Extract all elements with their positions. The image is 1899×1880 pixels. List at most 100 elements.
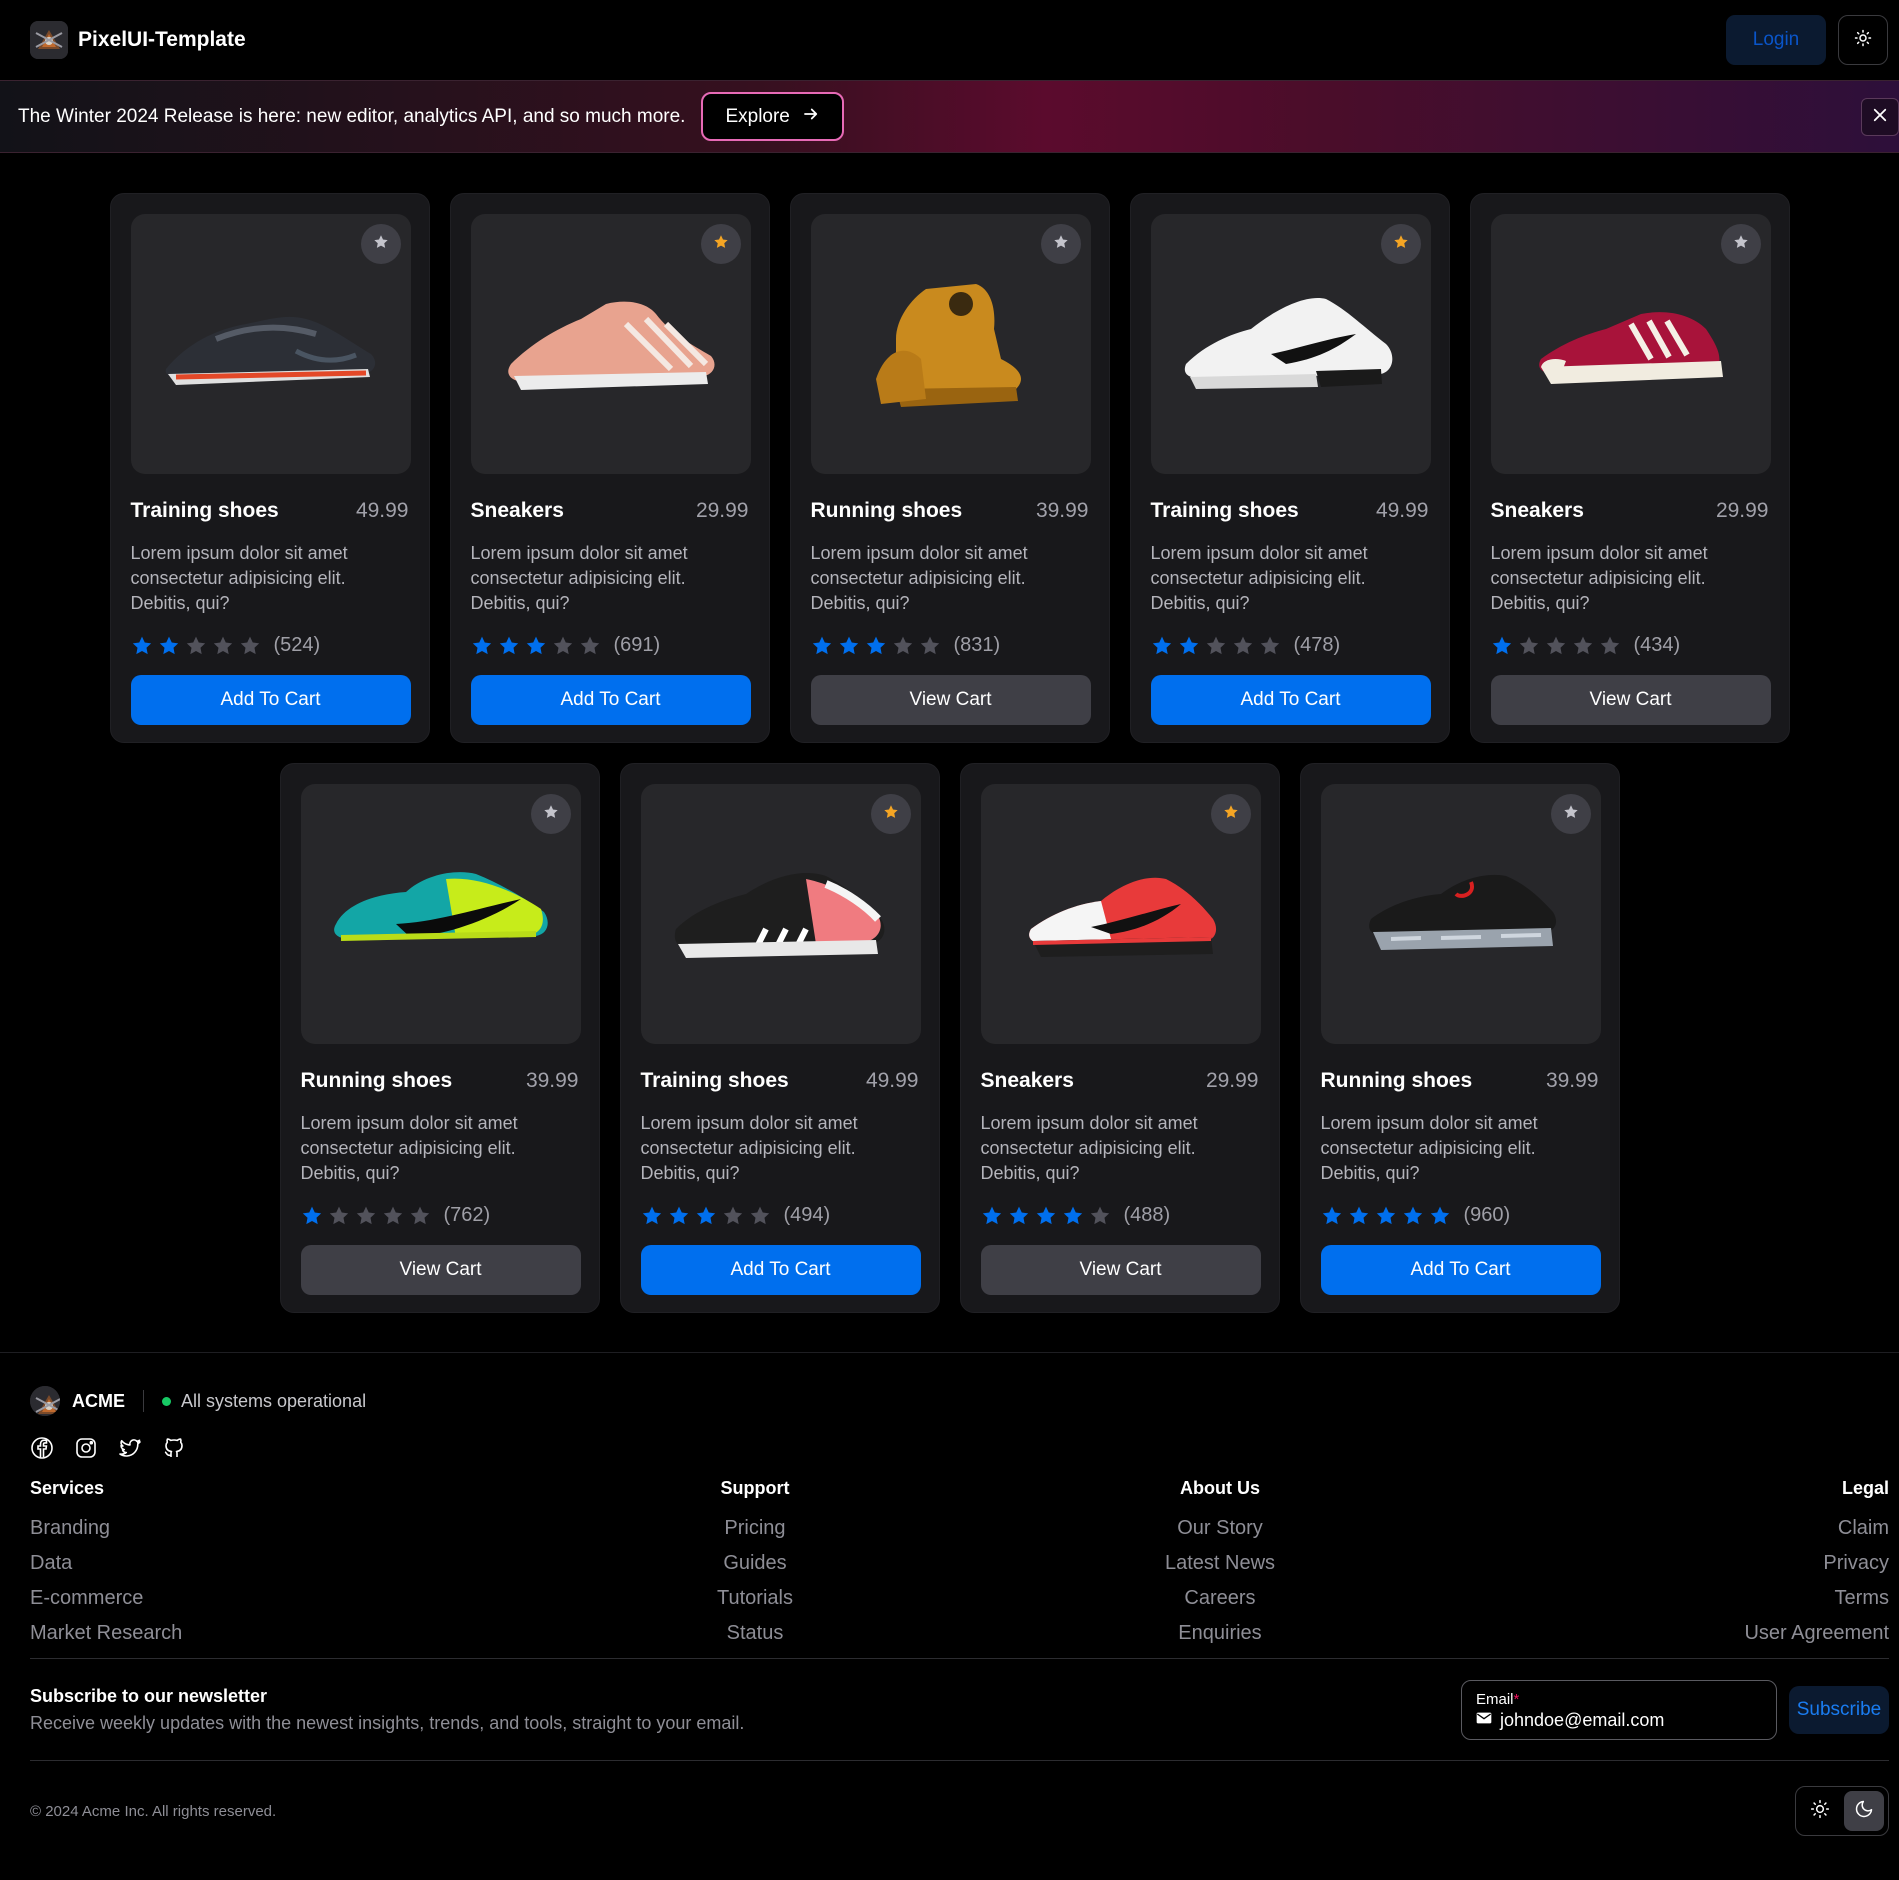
dark-theme-option[interactable]	[1844, 1791, 1884, 1831]
star-icon[interactable]	[1259, 635, 1281, 657]
star-icon[interactable]	[409, 1205, 431, 1227]
star-icon[interactable]	[1518, 635, 1540, 657]
explore-button[interactable]: Explore	[701, 92, 844, 141]
star-icon[interactable]	[212, 635, 234, 657]
view-cart-button[interactable]: View Cart	[300, 1245, 581, 1295]
footer-link-privacy[interactable]: Privacy	[1689, 1546, 1889, 1581]
footer-link-terms[interactable]: Terms	[1689, 1581, 1889, 1616]
star-icon[interactable]	[1205, 635, 1227, 657]
footer-link-enquiries[interactable]: Enquiries	[1135, 1616, 1305, 1651]
star-icon[interactable]	[1572, 635, 1594, 657]
theme-switch-button[interactable]	[1838, 15, 1888, 65]
star-icon[interactable]	[641, 1205, 663, 1227]
star-icon[interactable]	[579, 635, 601, 657]
footer-link-claim[interactable]: Claim	[1689, 1511, 1889, 1546]
star-icon[interactable]	[919, 635, 941, 657]
star-icon[interactable]	[498, 635, 520, 657]
footer-link-data[interactable]: Data	[30, 1546, 182, 1581]
login-button[interactable]: Login	[1726, 15, 1826, 65]
star-icon[interactable]	[838, 635, 860, 657]
footer-link-guides[interactable]: Guides	[685, 1546, 825, 1581]
footer-link-market-research[interactable]: Market Research	[30, 1616, 182, 1651]
email-field[interactable]: Email* johndoe@email.com	[1461, 1679, 1777, 1740]
footer-link-branding[interactable]: Branding	[30, 1511, 182, 1546]
star-icon[interactable]	[131, 635, 153, 657]
star-icon[interactable]	[722, 1205, 744, 1227]
brand[interactable]: PixelUI-Template	[30, 21, 246, 59]
star-icon[interactable]	[865, 635, 887, 657]
view-cart-button[interactable]: View Cart	[810, 675, 1091, 725]
favorite-button[interactable]	[1550, 794, 1591, 834]
star-icon[interactable]	[552, 635, 574, 657]
email-input[interactable]: johndoe@email.com	[1500, 1710, 1664, 1731]
star-icon[interactable]	[1545, 635, 1567, 657]
favorite-button[interactable]	[700, 224, 741, 264]
star-icon[interactable]	[1375, 1205, 1397, 1227]
add-to-cart-button[interactable]: Add To Cart	[640, 1245, 921, 1295]
product-image[interactable]	[1150, 214, 1431, 474]
star-icon[interactable]	[695, 1205, 717, 1227]
star-icon[interactable]	[301, 1205, 323, 1227]
footer-link-e-commerce[interactable]: E-commerce	[30, 1581, 182, 1616]
star-icon[interactable]	[749, 1205, 771, 1227]
star-icon[interactable]	[158, 635, 180, 657]
star-icon[interactable]	[892, 635, 914, 657]
product-image[interactable]	[640, 784, 921, 1044]
product-image[interactable]	[810, 214, 1091, 474]
star-icon[interactable]	[185, 635, 207, 657]
product-image[interactable]	[1320, 784, 1601, 1044]
star-icon[interactable]	[1599, 635, 1621, 657]
github-icon[interactable]	[162, 1436, 186, 1460]
star-icon[interactable]	[1491, 635, 1513, 657]
add-to-cart-button[interactable]: Add To Cart	[130, 675, 411, 725]
star-icon[interactable]	[981, 1205, 1003, 1227]
favorite-button[interactable]	[530, 794, 571, 834]
product-image[interactable]	[300, 784, 581, 1044]
footer-link-tutorials[interactable]: Tutorials	[685, 1581, 825, 1616]
star-icon[interactable]	[1429, 1205, 1451, 1227]
footer-link-pricing[interactable]: Pricing	[685, 1511, 825, 1546]
add-to-cart-button[interactable]: Add To Cart	[1320, 1245, 1601, 1295]
favorite-button[interactable]	[1380, 224, 1421, 264]
star-icon[interactable]	[239, 635, 261, 657]
star-icon[interactable]	[1008, 1205, 1030, 1227]
favorite-button[interactable]	[1210, 794, 1251, 834]
favorite-button[interactable]	[1040, 224, 1081, 264]
subscribe-button[interactable]: Subscribe	[1789, 1685, 1889, 1734]
add-to-cart-button[interactable]: Add To Cart	[470, 675, 751, 725]
light-theme-option[interactable]	[1800, 1791, 1840, 1831]
star-icon[interactable]	[471, 635, 493, 657]
star-icon[interactable]	[1348, 1205, 1370, 1227]
facebook-icon[interactable]	[30, 1436, 54, 1460]
footer-link-careers[interactable]: Careers	[1135, 1581, 1305, 1616]
footer-link-user-agreement[interactable]: User Agreement	[1689, 1616, 1889, 1651]
view-cart-button[interactable]: View Cart	[980, 1245, 1261, 1295]
star-icon[interactable]	[811, 635, 833, 657]
instagram-icon[interactable]	[74, 1436, 98, 1460]
star-icon[interactable]	[1232, 635, 1254, 657]
star-icon[interactable]	[1035, 1205, 1057, 1227]
product-image[interactable]	[1490, 214, 1771, 474]
footer-link-status[interactable]: Status	[685, 1616, 825, 1651]
star-icon[interactable]	[1321, 1205, 1343, 1227]
product-image[interactable]	[980, 784, 1261, 1044]
add-to-cart-button[interactable]: Add To Cart	[1150, 675, 1431, 725]
star-icon[interactable]	[382, 1205, 404, 1227]
product-image[interactable]	[470, 214, 751, 474]
favorite-button[interactable]	[1720, 224, 1761, 264]
star-icon[interactable]	[1402, 1205, 1424, 1227]
footer-link-latest-news[interactable]: Latest News	[1135, 1546, 1305, 1581]
star-icon[interactable]	[525, 635, 547, 657]
star-icon[interactable]	[668, 1205, 690, 1227]
product-image[interactable]	[130, 214, 411, 474]
view-cart-button[interactable]: View Cart	[1490, 675, 1771, 725]
star-icon[interactable]	[355, 1205, 377, 1227]
favorite-button[interactable]	[870, 794, 911, 834]
star-icon[interactable]	[1178, 635, 1200, 657]
banner-close-button[interactable]	[1861, 98, 1899, 136]
footer-link-our-story[interactable]: Our Story	[1135, 1511, 1305, 1546]
twitter-icon[interactable]	[118, 1436, 142, 1460]
star-icon[interactable]	[1062, 1205, 1084, 1227]
star-icon[interactable]	[328, 1205, 350, 1227]
star-icon[interactable]	[1089, 1205, 1111, 1227]
